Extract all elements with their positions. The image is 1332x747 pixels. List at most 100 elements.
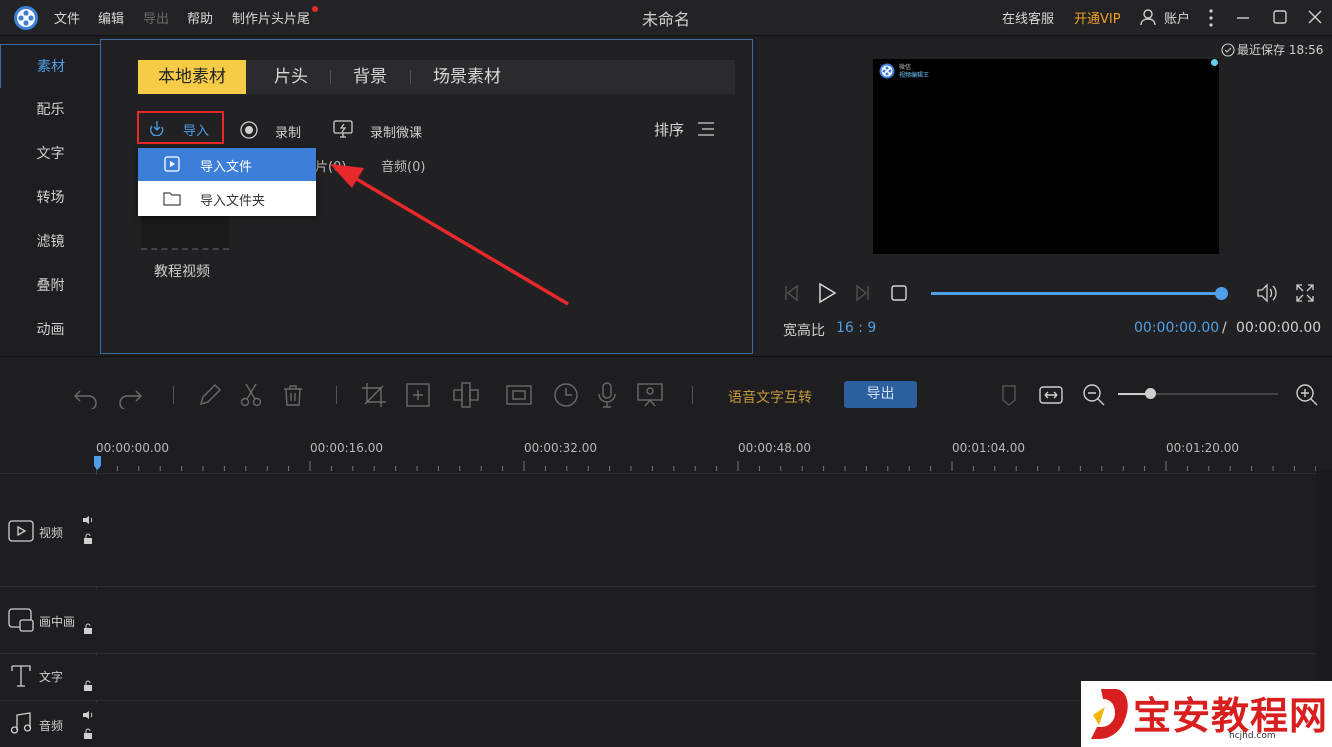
video-track[interactable] bbox=[0, 475, 1315, 587]
record-lesson-button[interactable]: 录制微课 bbox=[370, 122, 422, 141]
track-lock-icon[interactable] bbox=[83, 680, 93, 691]
tab-overlay[interactable]: 叠附 bbox=[0, 264, 101, 308]
stop-icon[interactable] bbox=[891, 285, 907, 301]
tab-text[interactable]: 文字 bbox=[0, 132, 101, 176]
title-bar: 文件 编辑 导出 帮助 制作片头片尾 未命名 在线客服 开通VIP 账户 bbox=[0, 0, 1332, 36]
subtab-scene-material[interactable]: 场景素材 bbox=[433, 60, 501, 94]
redo-icon[interactable] bbox=[116, 381, 144, 409]
pip-track-label: 画中画 bbox=[39, 615, 76, 629]
time-separator: / bbox=[1222, 320, 1227, 336]
more-icon[interactable] bbox=[1206, 8, 1216, 28]
toolbar-divider bbox=[173, 386, 174, 404]
menu-file[interactable]: 文件 bbox=[54, 8, 80, 27]
thumbnail-tutorial-video[interactable] bbox=[141, 214, 229, 250]
record-icon[interactable] bbox=[240, 121, 258, 139]
menu-help[interactable]: 帮助 bbox=[187, 8, 213, 27]
ruler-tick-label: 00:01:04.00 bbox=[952, 441, 1025, 455]
overlay-handle[interactable] bbox=[1211, 59, 1218, 66]
screen-record-icon[interactable] bbox=[636, 381, 664, 409]
online-service-link[interactable]: 在线客服 bbox=[1002, 8, 1054, 27]
track-lock-icon[interactable] bbox=[83, 728, 93, 739]
account-link[interactable]: 账户 bbox=[1164, 8, 1190, 27]
import-button[interactable]: 导入 bbox=[137, 111, 224, 144]
microphone-icon[interactable] bbox=[593, 381, 621, 409]
play-icon[interactable] bbox=[816, 282, 838, 304]
menu-edit[interactable]: 编辑 bbox=[98, 8, 124, 27]
text-track-label: 文字 bbox=[39, 670, 64, 684]
time-total: 00:00:00.00 bbox=[1236, 320, 1322, 336]
ruler-tick-label: 00:00:00.00 bbox=[96, 441, 169, 455]
zoom-slider-track[interactable] bbox=[1118, 388, 1278, 399]
aspect-ratio-label: 宽高比 bbox=[783, 323, 825, 339]
menu-export[interactable]: 导出 bbox=[143, 8, 169, 27]
tab-music[interactable]: 配乐 bbox=[0, 88, 101, 132]
ruler-ticks bbox=[96, 461, 1316, 471]
watermark-logo-icon bbox=[1087, 685, 1131, 743]
thumbnail-caption: 教程视频 bbox=[154, 264, 210, 280]
track-lock-icon[interactable] bbox=[83, 533, 93, 544]
menu-item-import-file[interactable]: 导入文件 bbox=[138, 148, 316, 181]
zoom-in-icon[interactable] bbox=[1293, 381, 1321, 409]
preview-panel: 最近保存 18:56 微信 视频编辑王 宽高比 16 : 9 00:00:00.… bbox=[757, 39, 1332, 354]
tab-filter[interactable]: 滤镜 bbox=[0, 220, 101, 264]
playback-progress-track[interactable] bbox=[931, 287, 1228, 300]
pip-track[interactable] bbox=[0, 588, 1315, 654]
overlay-logo-icon bbox=[879, 63, 895, 79]
freeze-frame-icon[interactable] bbox=[505, 381, 533, 409]
next-frame-icon[interactable] bbox=[852, 283, 872, 303]
pencil-icon[interactable] bbox=[196, 381, 224, 409]
scissors-icon[interactable] bbox=[237, 381, 265, 409]
zoom-frame-icon[interactable] bbox=[404, 381, 432, 409]
tab-material[interactable]: 素材 bbox=[0, 44, 101, 88]
marker-icon[interactable] bbox=[995, 381, 1023, 409]
track-volume-icon[interactable] bbox=[82, 710, 94, 720]
overlay-line2: 视频编辑王 bbox=[899, 72, 930, 79]
import-label: 导入 bbox=[183, 124, 210, 139]
time-current: 00:00:00.00 bbox=[1134, 320, 1220, 336]
toolbar-divider bbox=[692, 386, 693, 404]
new-badge-dot bbox=[312, 6, 318, 12]
record-lesson-icon[interactable] bbox=[333, 120, 353, 138]
prev-frame-icon[interactable] bbox=[782, 283, 802, 303]
maximize-icon[interactable] bbox=[1272, 9, 1288, 25]
ruler-tick-label: 00:00:32.00 bbox=[524, 441, 597, 455]
sort-list-icon[interactable] bbox=[697, 121, 715, 137]
user-icon[interactable] bbox=[1139, 8, 1157, 26]
aspect-ratio-value[interactable]: 16 : 9 bbox=[836, 320, 876, 336]
vip-link[interactable]: 开通VIP bbox=[1074, 8, 1121, 27]
track-volume-icon[interactable] bbox=[82, 515, 94, 525]
subtab-local-material[interactable]: 本地素材 bbox=[138, 60, 246, 94]
export-button[interactable]: 导出 bbox=[844, 381, 917, 408]
import-dropdown-menu: 导入文件 导入文件夹 bbox=[138, 148, 316, 216]
menu-make-intro-outro[interactable]: 制作片头片尾 bbox=[232, 8, 310, 27]
volume-icon[interactable] bbox=[1255, 282, 1279, 304]
speech-text-convert-button[interactable]: 语音文字互转 bbox=[728, 387, 812, 407]
track-lock-icon[interactable] bbox=[83, 623, 93, 634]
fullscreen-icon[interactable] bbox=[1295, 283, 1315, 303]
subtab-background[interactable]: 背景 bbox=[353, 60, 387, 94]
minimize-icon[interactable] bbox=[1235, 10, 1251, 26]
fit-timeline-icon[interactable] bbox=[1037, 381, 1065, 409]
tab-transition[interactable]: 转场 bbox=[0, 176, 101, 220]
zoom-out-icon[interactable] bbox=[1080, 381, 1108, 409]
import-icon bbox=[148, 120, 166, 136]
crop-icon[interactable] bbox=[360, 381, 388, 409]
app-logo-icon bbox=[13, 5, 39, 31]
record-button[interactable]: 录制 bbox=[275, 122, 301, 141]
duration-clock-icon[interactable] bbox=[552, 381, 580, 409]
watermark: 宝安教程网 hcjhd.com bbox=[1081, 681, 1332, 747]
annotation-arrow bbox=[318, 150, 578, 310]
mosaic-icon[interactable] bbox=[452, 381, 480, 409]
timeline-ruler[interactable] bbox=[0, 436, 1332, 474]
preview-canvas[interactable]: 微信 视频编辑王 bbox=[873, 59, 1219, 254]
undo-icon[interactable] bbox=[72, 381, 100, 409]
close-icon[interactable] bbox=[1307, 9, 1323, 25]
trash-icon[interactable] bbox=[279, 381, 307, 409]
subtab-intro[interactable]: 片头 bbox=[274, 60, 308, 94]
menu-item-import-folder[interactable]: 导入文件夹 bbox=[138, 182, 316, 215]
ruler-tick-label: 00:00:48.00 bbox=[738, 441, 811, 455]
tab-animation[interactable]: 动画 bbox=[0, 308, 101, 352]
zoom-slider-handle[interactable] bbox=[1145, 388, 1156, 399]
sort-label[interactable]: 排序 bbox=[654, 119, 684, 140]
playback-progress-handle[interactable] bbox=[1215, 287, 1228, 300]
